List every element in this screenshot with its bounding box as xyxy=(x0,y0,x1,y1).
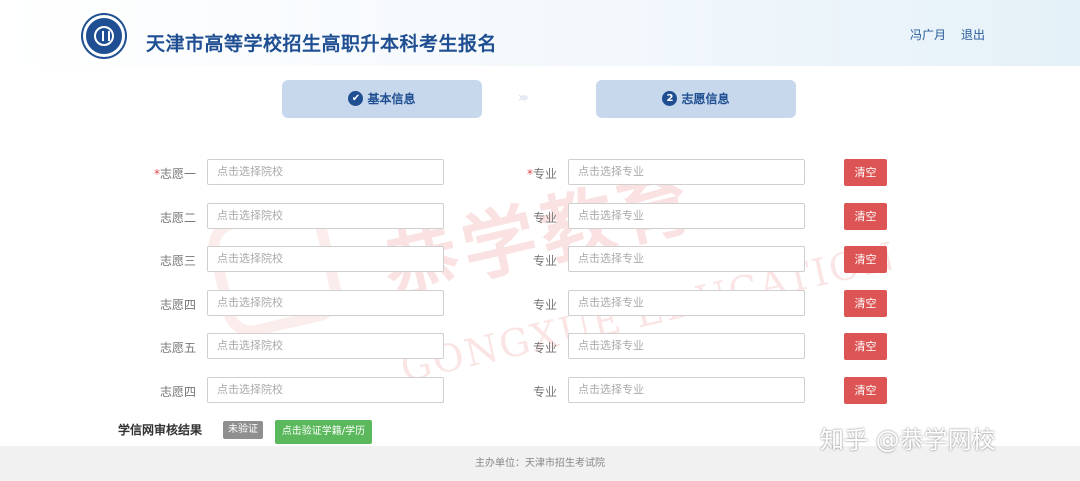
step-preference-info[interactable]: 2 志愿信息 xyxy=(596,80,796,118)
step-label: 志愿信息 xyxy=(681,92,730,106)
major-label: 专业 xyxy=(477,209,557,226)
preference-label: 志愿三 xyxy=(116,252,196,269)
school-select-field[interactable]: 点击选择院校 xyxy=(207,246,444,272)
logout-link[interactable]: 退出 xyxy=(961,26,985,43)
school-logo-icon xyxy=(83,15,125,57)
verify-button[interactable]: 点击验证学籍/学历 xyxy=(275,420,372,444)
clear-button[interactable]: 清空 xyxy=(844,290,887,317)
major-label-text: 专业 xyxy=(532,385,557,399)
major-label: 专业 xyxy=(477,296,557,313)
school-select-field[interactable]: 点击选择院校 xyxy=(207,333,444,359)
user-name-link[interactable]: 冯广月 xyxy=(910,26,946,43)
major-label: 专业 xyxy=(477,339,557,356)
major-select-field[interactable]: 点击选择专业 xyxy=(568,246,805,272)
preference-label: 志愿四 xyxy=(116,296,196,313)
school-select-field[interactable]: 点击选择院校 xyxy=(207,203,444,229)
preference-label-text: 志愿五 xyxy=(159,341,196,355)
step-number-icon: 2 xyxy=(662,91,678,106)
step-basic-info[interactable]: ✔ 基本信息 xyxy=(282,80,482,118)
preference-label-text: 志愿四 xyxy=(159,385,196,399)
clear-button[interactable]: 清空 xyxy=(844,333,887,360)
major-label: 专业 xyxy=(477,252,557,269)
page-header: 天津市高等学校招生高职升本科考生报名 冯广月 退出 xyxy=(0,0,1080,66)
major-label: *专业 xyxy=(477,165,557,182)
school-select-field[interactable]: 点击选择院校 xyxy=(207,377,444,403)
major-label-text: 专业 xyxy=(532,341,557,355)
check-icon: ✔ xyxy=(348,91,364,106)
major-label-text: 专业 xyxy=(532,298,557,312)
major-select-field[interactable]: 点击选择专业 xyxy=(568,377,805,403)
preference-label: 志愿四 xyxy=(116,383,196,400)
clear-button[interactable]: 清空 xyxy=(844,377,887,404)
preference-label: 志愿二 xyxy=(116,209,196,226)
major-label-text: 专业 xyxy=(532,254,557,268)
page-footer: 主办单位：天津市招生考试院 xyxy=(0,446,1080,481)
major-label: 专业 xyxy=(477,383,557,400)
preference-label-text: 志愿四 xyxy=(159,298,196,312)
clear-button[interactable]: 清空 xyxy=(844,159,887,186)
major-select-field[interactable]: 点击选择专业 xyxy=(568,333,805,359)
verification-label: 学信网审核结果 xyxy=(118,423,203,437)
preference-label: 志愿五 xyxy=(116,339,196,356)
school-select-field[interactable]: 点击选择院校 xyxy=(207,290,444,316)
major-select-field[interactable]: 点击选择专业 xyxy=(568,203,805,229)
major-select-field[interactable]: 点击选择专业 xyxy=(568,290,805,316)
major-label-text: 专业 xyxy=(532,211,557,225)
preference-label-text: 志愿一 xyxy=(159,167,196,181)
preference-label-text: 志愿二 xyxy=(159,211,196,225)
clear-button[interactable]: 清空 xyxy=(844,203,887,230)
preference-label-text: 志愿三 xyxy=(159,254,196,268)
major-label-text: 专业 xyxy=(532,167,557,181)
clear-button[interactable]: 清空 xyxy=(844,246,887,273)
major-select-field[interactable]: 点击选择专业 xyxy=(568,159,805,185)
verification-status-badge: 未验证 xyxy=(223,421,263,439)
preference-label: *志愿一 xyxy=(116,165,196,182)
step-arrow-icon: ››› xyxy=(518,90,529,106)
site-title: 天津市高等学校招生高职升本科考生报名 xyxy=(146,33,498,55)
step-label: 基本信息 xyxy=(367,92,416,106)
school-select-field[interactable]: 点击选择院校 xyxy=(207,159,444,185)
